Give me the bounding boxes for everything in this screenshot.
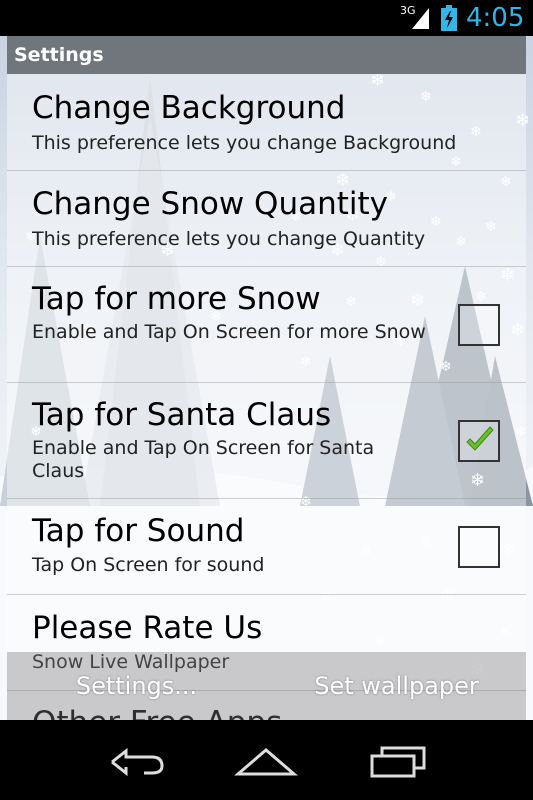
home-icon[interactable] bbox=[233, 742, 299, 778]
santa-claus-checkbox[interactable] bbox=[458, 420, 500, 462]
pref-change-snow-quantity[interactable]: Change Snow Quantity This preference let… bbox=[7, 171, 526, 267]
sound-checkbox[interactable] bbox=[458, 526, 500, 568]
settings-button[interactable]: Settings... bbox=[7, 652, 266, 720]
set-wallpaper-button[interactable]: Set wallpaper bbox=[267, 652, 526, 720]
more-snow-checkbox[interactable] bbox=[458, 304, 500, 346]
status-bar: 3G 4:05 bbox=[0, 0, 533, 36]
pref-summary: Enable and Tap On Screen for Santa Claus bbox=[32, 437, 375, 482]
checkmark-icon bbox=[466, 426, 494, 451]
pref-title: Change Background bbox=[32, 90, 346, 126]
pref-title: Tap for Sound bbox=[32, 513, 245, 549]
pref-summary: Enable and Tap On Screen for more Snow bbox=[32, 321, 426, 343]
battery-charging-icon bbox=[441, 5, 457, 31]
pref-summary: This preference lets you change Quantity bbox=[32, 228, 426, 250]
pref-summary: Tap On Screen for sound bbox=[32, 554, 265, 576]
pref-change-background[interactable]: Change Background This preference lets y… bbox=[7, 74, 526, 171]
pref-summary: This preference lets you change Backgrou… bbox=[32, 132, 457, 154]
signal-3g-icon: 3G bbox=[400, 5, 430, 31]
pref-tap-more-snow[interactable]: Tap for more Snow Enable and Tap On Scre… bbox=[7, 267, 526, 383]
settings-dialog: Settings Change Background This preferen… bbox=[7, 36, 526, 720]
pref-title: Tap for more Snow bbox=[32, 281, 321, 317]
dialog-title: Settings bbox=[14, 44, 104, 66]
status-clock: 4:05 bbox=[466, 3, 525, 33]
pref-title: Please Rate Us bbox=[32, 610, 263, 646]
pref-tap-for-sound[interactable]: Tap for Sound Tap On Screen for sound bbox=[7, 499, 526, 595]
dialog-title-bar: Settings bbox=[7, 36, 526, 74]
pref-title: Tap for Santa Claus bbox=[32, 397, 332, 433]
navigation-bar bbox=[0, 720, 533, 800]
preference-list[interactable]: Change Background This preference lets y… bbox=[7, 74, 526, 720]
back-icon[interactable] bbox=[104, 742, 168, 778]
pref-title: Change Snow Quantity bbox=[32, 186, 389, 222]
recent-apps-icon[interactable] bbox=[366, 742, 430, 778]
pref-tap-santa-claus[interactable]: Tap for Santa Claus Enable and Tap On Sc… bbox=[7, 383, 526, 499]
wallpaper-button-bar: Settings... Set wallpaper bbox=[7, 652, 526, 720]
